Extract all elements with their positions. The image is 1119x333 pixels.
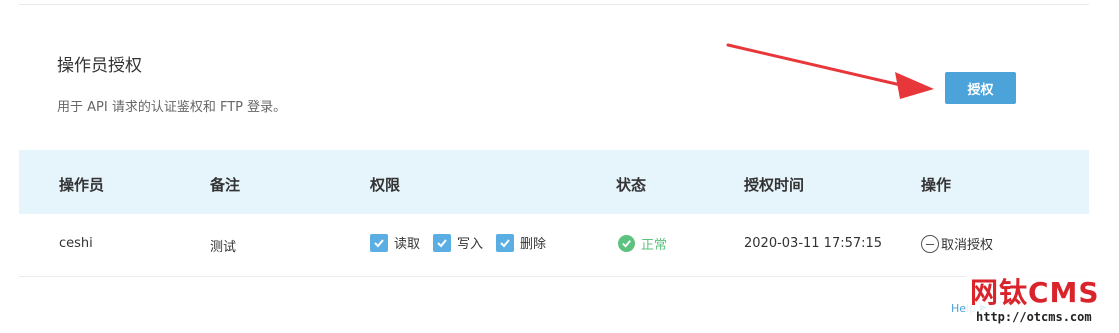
- authorization-time: 2020-03-11 17:57:15: [744, 236, 883, 251]
- column-header-permissions: 权限: [370, 176, 401, 194]
- section-title: 操作员授权: [57, 56, 142, 76]
- permission-read[interactable]: 读取: [370, 233, 420, 252]
- column-header-operator: 操作员: [59, 176, 105, 194]
- operator-name: ceshi: [59, 236, 93, 251]
- section-description: 用于 API 请求的认证鉴权和 FTP 登录。: [57, 100, 287, 115]
- permission-label: 读取: [394, 237, 421, 252]
- column-header-status: 状态: [616, 176, 647, 194]
- minus-circle-icon: [921, 234, 939, 253]
- table-row: ceshi 测试 读取 写入 删除 正常 2020-03-11 17:57:15…: [19, 214, 1089, 277]
- status-badge: 正常: [618, 234, 667, 253]
- column-header-note: 备注: [210, 176, 241, 194]
- check-circle-icon: [618, 235, 635, 252]
- watermark-url: http://otcms.com: [976, 310, 1092, 324]
- authorize-button[interactable]: 授权: [945, 72, 1016, 104]
- permission-label: 写入: [457, 237, 484, 252]
- operator-note: 测试: [210, 240, 237, 255]
- permission-write[interactable]: 写入: [433, 233, 483, 252]
- permission-label: 删除: [520, 237, 547, 252]
- column-header-action: 操作: [921, 176, 952, 194]
- operator-table: 操作员 备注 权限 状态 授权时间 操作 ceshi 测试 读取 写入 删除 正…: [19, 150, 1089, 277]
- table-header: 操作员 备注 权限 状态 授权时间 操作: [19, 150, 1089, 214]
- revoke-authorization-button[interactable]: 取消授权: [921, 234, 993, 253]
- revoke-label: 取消授权: [941, 238, 994, 253]
- status-text: 正常: [641, 238, 668, 253]
- checkbox-checked-icon[interactable]: [433, 233, 451, 252]
- checkbox-checked-icon[interactable]: [496, 233, 514, 252]
- top-divider: [19, 4, 1089, 5]
- permission-delete[interactable]: 删除: [496, 233, 546, 252]
- watermark-logo: 网钛CMS: [970, 276, 1100, 309]
- column-header-time: 授权时间: [744, 176, 805, 194]
- checkbox-checked-icon[interactable]: [370, 233, 388, 252]
